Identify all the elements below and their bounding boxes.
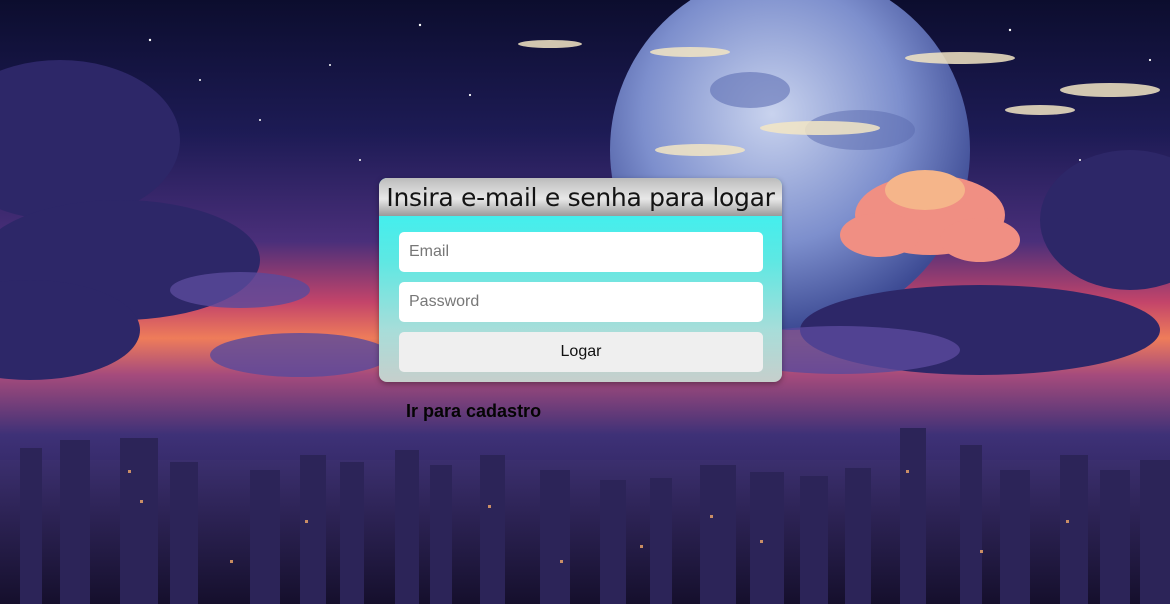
register-link[interactable]: Ir para cadastro: [406, 401, 541, 422]
login-title: Insira e-mail e senha para logar: [386, 182, 775, 212]
login-card: Insira e-mail e senha para logar Logar: [379, 178, 782, 382]
email-input[interactable]: [399, 232, 763, 272]
login-header: Insira e-mail e senha para logar: [379, 178, 782, 216]
password-input[interactable]: [399, 282, 763, 322]
login-button[interactable]: Logar: [399, 332, 763, 372]
